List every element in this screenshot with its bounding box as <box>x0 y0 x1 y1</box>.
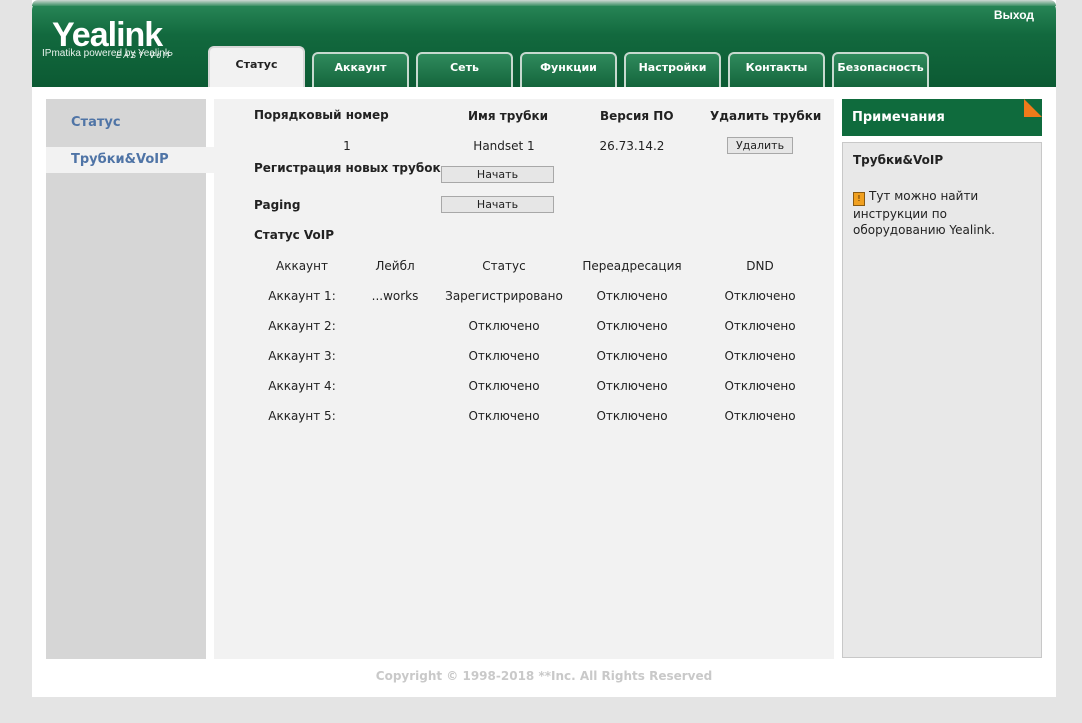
voip-row-label: ...works <box>371 289 419 303</box>
voip-row-forward: Отключено <box>596 319 668 333</box>
tab-network[interactable]: Сеть <box>416 52 513 87</box>
tab-settings[interactable]: Настройки <box>624 52 721 87</box>
voip-row-dnd: Отключено <box>724 409 796 423</box>
paging-start-button[interactable]: Начать <box>441 196 554 213</box>
voip-row-dnd: Отключено <box>724 319 796 333</box>
sidebar-item-status[interactable]: Статус <box>46 110 121 136</box>
logo-wordmark: Yealink <box>52 16 163 54</box>
voip-row-account: Аккаунт 3: <box>268 349 336 363</box>
paging-label: Paging <box>254 198 301 212</box>
voip-row-status: Отключено <box>468 349 540 363</box>
voip-row-account: Аккаунт 5: <box>268 409 336 423</box>
notes-title: Трубки&VoIP <box>853 153 944 167</box>
voip-row-account: Аккаунт 4: <box>268 379 336 393</box>
voip-header-label: Лейбл <box>375 259 415 273</box>
tab-features[interactable]: Функции <box>520 52 617 87</box>
notes-text: Тут можно найти инструкции по оборудован… <box>853 189 995 237</box>
info-icon: ! <box>853 192 865 206</box>
notes-panel: Трубки&VoIP ! Тут можно найти инструкции … <box>842 142 1042 658</box>
tab-contacts[interactable]: Контакты <box>728 52 825 87</box>
registration-start-button[interactable]: Начать <box>441 166 554 183</box>
header-firmware-version: Версия ПО <box>600 109 674 123</box>
voip-row-dnd: Отключено <box>724 379 796 393</box>
voip-row-account: Аккаунт 2: <box>268 319 336 333</box>
notes-text-block: ! Тут можно найти инструкции по оборудова… <box>853 188 1037 238</box>
handset-version: 26.73.14.2 <box>599 139 665 153</box>
delete-handset-button[interactable]: Удалить <box>727 137 793 154</box>
sidebar: Статус Трубки&VoIP <box>46 99 214 659</box>
voip-row-status: Отключено <box>468 319 540 333</box>
powered-by-text: IPmatika powered by Yealink <box>42 48 170 59</box>
voip-row-forward: Отключено <box>596 379 668 393</box>
tab-status[interactable]: Статус <box>208 46 305 87</box>
logout-link[interactable]: Выход <box>994 8 1034 22</box>
voip-header-dnd: DND <box>746 259 774 273</box>
notes-header: Примечания <box>842 99 1042 136</box>
main-content: Порядковый номер Имя трубки Версия ПО Уд… <box>214 99 834 659</box>
voip-row-forward: Отключено <box>596 289 668 303</box>
header-bar: Yealink EASY VoIP IPmatika powered by Ye… <box>32 0 1056 87</box>
voip-row-dnd: Отключено <box>724 349 796 363</box>
registration-label: Регистрация новых трубок <box>254 161 441 175</box>
voip-header-forward: Переадресация <box>582 259 682 273</box>
header-handset-name: Имя трубки <box>468 109 549 123</box>
copyright-text: Copyright © 1998-2018 **Inc. All Rights … <box>375 669 713 683</box>
tab-account[interactable]: Аккаунт <box>312 52 409 87</box>
voip-row-dnd: Отключено <box>724 289 796 303</box>
voip-header-status: Статус <box>482 259 526 273</box>
header-delete-handsets: Удалить трубки <box>710 109 822 123</box>
handset-name: Handset 1 <box>473 139 535 153</box>
tab-security[interactable]: Безопасность <box>832 52 929 87</box>
voip-row-forward: Отключено <box>596 409 668 423</box>
header-index: Порядковый номер <box>254 108 389 122</box>
voip-status-title: Статус VoIP <box>254 228 335 242</box>
sidebar-item-handsets-voip[interactable]: Трубки&VoIP <box>46 147 214 173</box>
handset-index: 1 <box>343 139 351 153</box>
voip-row-forward: Отключено <box>596 349 668 363</box>
voip-header-account: Аккаунт <box>276 259 328 273</box>
notes-header-title: Примечания <box>852 110 945 125</box>
header-topline <box>32 0 1056 6</box>
yealink-logo: Yealink EASY VoIP <box>52 16 192 60</box>
voip-row-status: Отключено <box>468 379 540 393</box>
notes-corner-fold <box>1024 99 1042 117</box>
voip-row-account: Аккаунт 1: <box>268 289 336 303</box>
voip-row-status: Зарегистрировано <box>445 289 563 303</box>
voip-row-status: Отключено <box>468 409 540 423</box>
